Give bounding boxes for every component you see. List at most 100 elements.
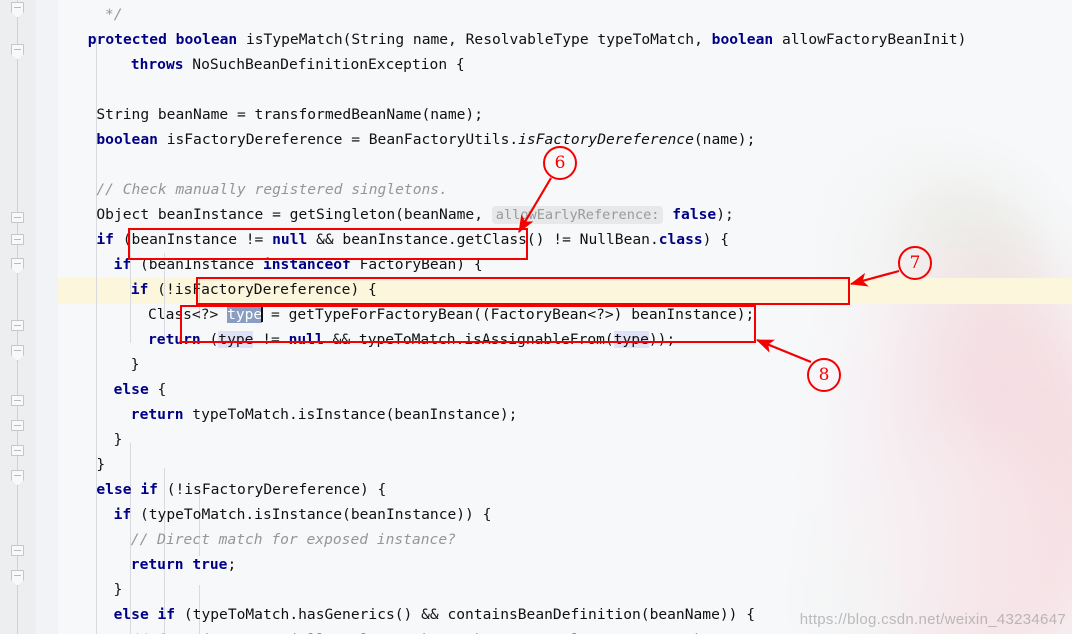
code-line[interactable]: // Check manually registered singletons. [96, 177, 447, 202]
code-token: typeToMatch.isInstance(beanInstance); [183, 406, 518, 423]
code-line[interactable]: protected boolean isTypeMatch(String nam… [88, 27, 967, 52]
code-token: NoSuchBeanDefinitionException { [183, 56, 465, 73]
fold-expand-icon[interactable] [11, 212, 24, 223]
code-token: boolean [175, 31, 238, 48]
code-line[interactable]: else { [114, 377, 167, 402]
code-token: } [130, 356, 140, 373]
fold-marker-dash [14, 263, 21, 264]
code-line[interactable]: } [114, 427, 123, 452]
fold-marker-dash [14, 425, 21, 426]
backdrop-blob-pink-2 [842, 300, 1012, 634]
annotation-arrow [755, 338, 812, 364]
fold-expand-icon[interactable] [11, 234, 24, 245]
code-token: return [130, 406, 184, 423]
code-line[interactable]: Object beanInstance = getSingleton(beanN… [96, 202, 734, 227]
code-token: (typeToMatch.hasGenerics() && containsBe… [175, 606, 755, 623]
code-line[interactable]: // Generics potentially only match on th… [131, 627, 790, 634]
backdrop-blob-pink [812, 250, 1072, 634]
fold-expand-icon[interactable] [11, 420, 24, 431]
backdrop-blob-pink-3 [862, 430, 1072, 634]
code-line[interactable]: return typeToMatch.isInstance(beanInstan… [131, 402, 518, 427]
fold-expand-icon[interactable] [11, 545, 24, 556]
code-token: false [672, 206, 717, 223]
code-token: return [130, 556, 184, 573]
annotation-rectangle [196, 277, 850, 305]
fold-collapse-icon[interactable] [11, 2, 24, 13]
code-token: else [113, 381, 149, 398]
code-token: Object beanInstance = getSingleton(beanN… [96, 206, 492, 223]
fold-stem-line [17, 0, 18, 634]
fold-marker-dash [14, 575, 21, 576]
fold-marker-dash [14, 550, 21, 551]
fold-marker-dash [14, 217, 21, 218]
fold-marker-dash [14, 475, 21, 476]
fold-expand-icon[interactable] [11, 320, 24, 331]
code-token: isFactoryDereference [518, 131, 694, 148]
code-token: if [130, 281, 149, 298]
fold-collapse-icon[interactable] [11, 470, 24, 481]
code-token: } [113, 431, 123, 448]
code-token: if [113, 506, 132, 523]
code-token: allowFactoryBeanInit) [773, 31, 967, 48]
code-token: */ [105, 6, 123, 23]
code-token: } [96, 456, 106, 473]
code-line[interactable]: // Direct match for exposed instance? [131, 527, 456, 552]
fold-collapse-icon[interactable] [11, 258, 24, 269]
code-line[interactable]: if (typeToMatch.isInstance(beanInstance)… [114, 502, 492, 527]
fold-collapse-icon[interactable] [11, 44, 24, 55]
code-token: else if [113, 606, 176, 623]
code-editor-screenshot: */ protected boolean isTypeMatch(String n… [0, 0, 1072, 634]
annotation-rectangle [128, 228, 528, 260]
code-token: // Check manually registered singletons. [96, 181, 448, 198]
code-line[interactable]: else if (typeToMatch.hasGenerics() && co… [114, 602, 755, 627]
code-token: String beanName = transformedBeanName(na… [96, 106, 483, 123]
code-token: (typeToMatch.isInstance(beanInstance)) { [131, 506, 492, 523]
code-token: isFactoryDereference = BeanFactoryUtils. [157, 131, 519, 148]
code-token: true [192, 556, 228, 573]
code-token: } [113, 581, 123, 598]
code-line[interactable]: */ [105, 2, 123, 27]
fold-marker-dash [14, 350, 21, 351]
code-token: ) { [702, 231, 730, 248]
code-token: isTypeMatch(String name, ResolvableType … [237, 31, 712, 48]
fold-marker-dash [14, 450, 21, 451]
fold-marker-dash [14, 325, 21, 326]
watermark-text: https://blog.csdn.net/weixin_43234647 [799, 611, 1066, 628]
fold-expand-icon[interactable] [11, 445, 24, 456]
code-token: throws [130, 56, 184, 73]
fold-marker-dash [14, 400, 21, 401]
annotation-rectangle [180, 305, 756, 343]
code-token: ; [227, 556, 237, 573]
code-line[interactable]: else if (!isFactoryDereference) { [96, 477, 386, 502]
code-line[interactable]: } [114, 577, 123, 602]
code-token: { [148, 381, 167, 398]
fold-marker-dash [14, 49, 21, 50]
code-token: if [96, 231, 114, 248]
code-line[interactable]: } [131, 352, 140, 377]
code-token: boolean [711, 31, 774, 48]
annotation-marker: 6 [543, 146, 577, 180]
editor-gutter[interactable] [0, 0, 58, 634]
annotation-marker: 7 [898, 246, 932, 280]
code-token: protected [87, 31, 167, 48]
fold-marker-dash [14, 239, 21, 240]
annotation-marker: 8 [807, 358, 841, 392]
code-token: (name); [693, 131, 756, 148]
fold-collapse-icon[interactable] [11, 570, 24, 581]
backdrop-blob-green [832, 180, 1032, 350]
code-token: // Direct match for exposed instance? [130, 531, 456, 548]
fold-collapse-icon[interactable] [11, 345, 24, 356]
fold-expand-icon[interactable] [11, 395, 24, 406]
code-token: boolean [96, 131, 158, 148]
code-token: else if [96, 481, 158, 498]
code-line[interactable]: return true; [131, 552, 236, 577]
code-line[interactable]: String beanName = transformedBeanName(na… [96, 102, 483, 127]
code-line[interactable]: throws NoSuchBeanDefinitionException { [131, 52, 465, 77]
code-line[interactable]: boolean isFactoryDereference = BeanFacto… [96, 127, 755, 152]
code-token: ); [716, 206, 734, 223]
parameter-hint: allowEarlyReference: [491, 206, 664, 224]
code-line[interactable]: } [96, 452, 105, 477]
